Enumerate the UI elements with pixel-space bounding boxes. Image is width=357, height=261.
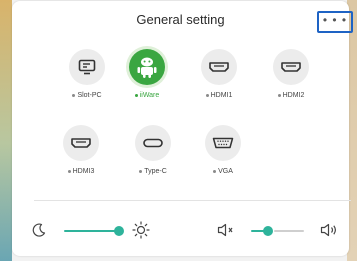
brightness-slider-fill[interactable] — [64, 230, 119, 232]
wallpaper-left-edge — [0, 0, 12, 261]
source-hdmi2[interactable]: HDMI2 — [261, 49, 321, 109]
source-hdmi3[interactable]: HDMI3 — [51, 125, 111, 185]
more-options-icon: • • • — [322, 13, 348, 27]
more-options-button[interactable]: • • • — [317, 11, 353, 33]
speaker-loud-icon[interactable] — [320, 223, 340, 237]
source-label: Type-C — [123, 168, 183, 175]
hdmi-port-icon — [201, 49, 237, 85]
android-icon — [129, 49, 165, 85]
source-label: VGA — [193, 168, 253, 175]
source-hdmi1[interactable]: HDMI1 — [189, 49, 249, 109]
usb-c-port-icon — [135, 125, 171, 161]
monitor-icon — [69, 49, 105, 85]
speaker-mute-icon[interactable] — [217, 223, 237, 237]
moon-icon — [32, 223, 46, 237]
source-slot-pc[interactable]: Slot-PC — [57, 49, 117, 109]
vga-port-icon — [205, 125, 241, 161]
source-label: HDMI2 — [261, 92, 321, 99]
source-label: iiWare — [117, 92, 177, 99]
volume-slider-handle[interactable] — [263, 226, 273, 236]
volume-slider-track[interactable] — [274, 230, 304, 232]
sun-icon — [132, 221, 150, 239]
panel-title: General setting — [136, 12, 225, 27]
brightness-slider-handle[interactable] — [114, 226, 124, 236]
source-label: HDMI1 — [189, 92, 249, 99]
source-type-c[interactable]: Type-C — [123, 125, 183, 185]
hdmi-port-icon — [273, 49, 309, 85]
general-setting-panel: General setting • • • Slot-PC iiWare HDM… — [12, 1, 353, 256]
source-label: Slot-PC — [57, 92, 117, 99]
source-label: HDMI3 — [51, 168, 111, 175]
divider — [34, 200, 351, 201]
hdmi-port-icon — [63, 125, 99, 161]
source-vga[interactable]: VGA — [193, 125, 253, 185]
source-iiware[interactable]: iiWare — [117, 49, 177, 109]
